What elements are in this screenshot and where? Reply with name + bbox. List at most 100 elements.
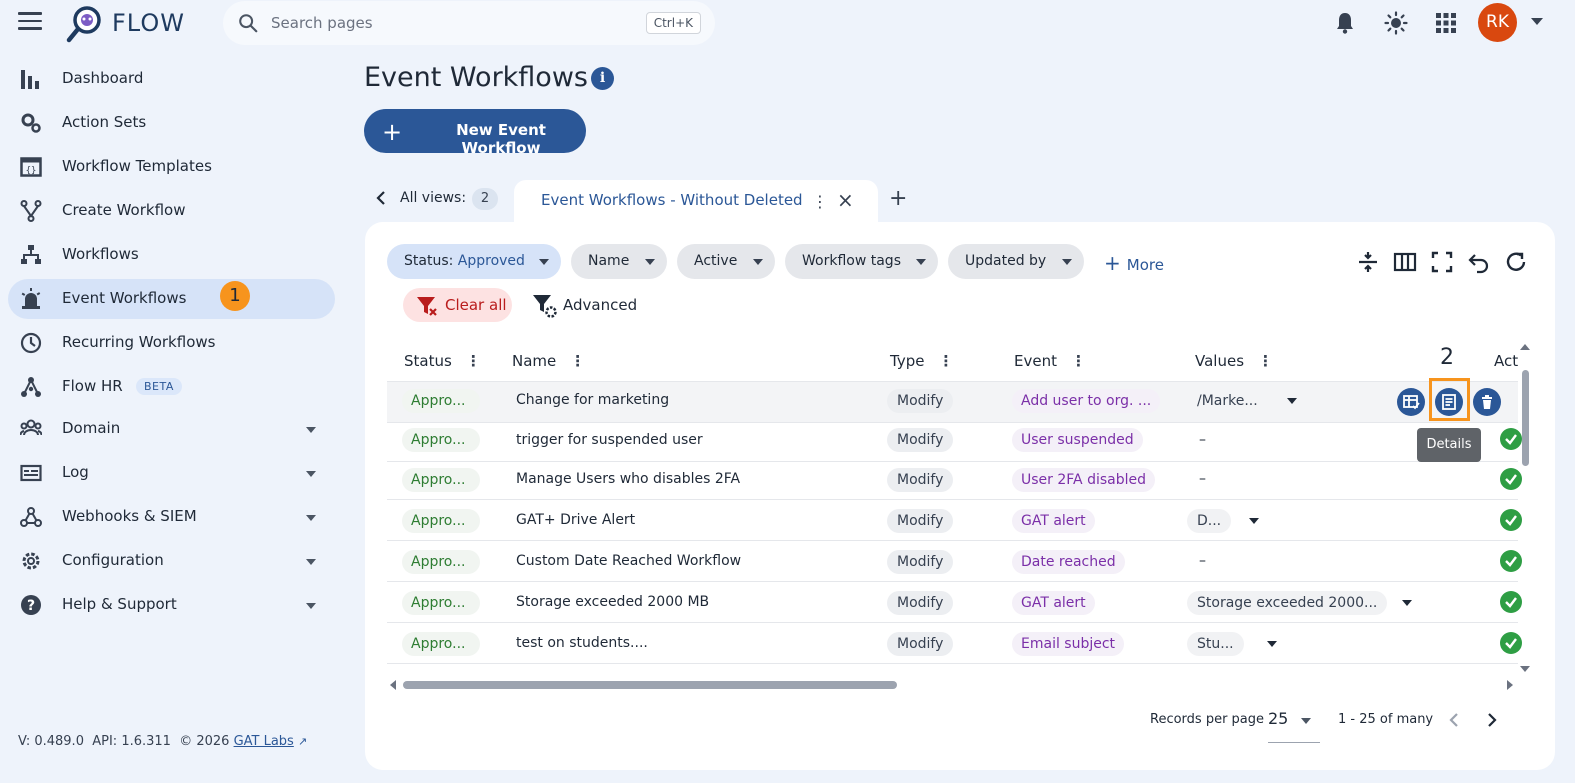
sidebar-item-workflow-templates[interactable]: {} Workflow Templates	[8, 147, 335, 187]
sidebar-item-flow-hr[interactable]: Flow HR BETA	[8, 367, 335, 407]
brightness-icon[interactable]	[1384, 11, 1408, 35]
clear-all-button[interactable]: Clear all	[403, 288, 512, 322]
workflow-name[interactable]: Change for marketing	[516, 392, 669, 408]
gat-labs-link[interactable]: GAT Labs	[234, 734, 294, 749]
chevron-down-icon[interactable]	[1267, 641, 1277, 647]
scroll-down-icon[interactable]	[1520, 666, 1530, 672]
chevron-down-icon[interactable]	[306, 515, 316, 521]
sidebar-item-event-workflows[interactable]: Event Workflows	[8, 279, 335, 319]
account-dropdown-icon[interactable]	[1531, 18, 1543, 25]
sidebar-item-domain[interactable]: Domain	[8, 409, 335, 449]
sidebar-item-workflows[interactable]: Workflows	[8, 235, 335, 275]
status-filter-chip[interactable]: Status: Approved	[387, 244, 561, 279]
apps-grid-icon[interactable]	[1434, 11, 1458, 35]
trash-icon	[1482, 395, 1492, 409]
column-menu-icon[interactable]: ⋮	[466, 352, 481, 370]
previous-page-icon[interactable]	[1446, 711, 1462, 729]
column-header-type[interactable]: Type ⋮	[890, 352, 953, 370]
name-filter-chip[interactable]: Name	[571, 244, 667, 279]
delete-button[interactable]	[1473, 388, 1501, 416]
menu-icon[interactable]	[18, 12, 42, 32]
bell-icon[interactable]	[1333, 11, 1357, 35]
sidebar-item-dashboard[interactable]: Dashboard	[8, 59, 335, 99]
next-page-icon[interactable]	[1484, 711, 1500, 729]
density-icon[interactable]	[1356, 250, 1380, 274]
column-header-event[interactable]: Event ⋮	[1014, 352, 1086, 370]
more-filters-button[interactable]: + More	[1104, 251, 1164, 275]
add-view-icon[interactable]: +	[889, 186, 907, 211]
external-link-icon[interactable]: ↗	[298, 735, 307, 748]
chevron-down-icon[interactable]	[306, 559, 316, 565]
value-empty: –	[1199, 471, 1206, 487]
branch-icon	[20, 200, 42, 222]
column-menu-icon[interactable]: ⋮	[1071, 352, 1086, 370]
sidebar-item-configuration[interactable]: Configuration	[8, 541, 335, 581]
columns-icon[interactable]	[1393, 250, 1417, 274]
table-row[interactable]: Appro... test on students.... Modify Ema…	[387, 623, 1522, 664]
new-event-workflow-button[interactable]: + New Event Workflow	[364, 109, 586, 157]
workflow-name[interactable]: test on students....	[516, 635, 648, 651]
table-row[interactable]: Appro... Custom Date Reached Workflow Mo…	[387, 541, 1522, 582]
help-icon: ?	[21, 595, 41, 615]
horizontal-scroll-thumb[interactable]	[403, 681, 897, 689]
column-header-values[interactable]: Values ⋮	[1195, 352, 1273, 370]
sidebar-item-action-sets[interactable]: Action Sets	[8, 103, 335, 143]
table-row[interactable]: Appro... Change for marketing Modify Add…	[387, 382, 1518, 423]
chevron-down-icon[interactable]	[1287, 398, 1297, 404]
gears-icon	[21, 113, 41, 133]
search-bar[interactable]: Ctrl+K	[223, 1, 715, 45]
page-range: 1 - 25 of many	[1338, 712, 1434, 727]
chevron-down-icon[interactable]	[1249, 518, 1259, 524]
column-menu-icon[interactable]: ⋮	[570, 352, 585, 370]
sidebar-item-recurring-workflows[interactable]: Recurring Workflows	[8, 323, 335, 363]
scroll-left-icon[interactable]	[390, 680, 396, 690]
sidebar-item-webhooks-siem[interactable]: Webhooks & SIEM	[8, 497, 335, 537]
all-views-label[interactable]: All views:	[400, 190, 466, 206]
sidebar-item-label: Configuration	[62, 551, 164, 569]
sidebar-item-help-support[interactable]: ? Help & Support	[8, 585, 335, 625]
column-menu-icon[interactable]: ⋮	[1258, 352, 1273, 370]
user-avatar[interactable]: RK	[1478, 3, 1517, 42]
column-header-name[interactable]: Name ⋮	[512, 352, 585, 370]
flow-logo[interactable]	[64, 4, 104, 44]
refresh-icon[interactable]	[1504, 250, 1528, 274]
vertical-scrollbar[interactable]	[1520, 344, 1530, 684]
updated-by-filter-chip[interactable]: Updated by	[948, 244, 1084, 279]
table-row[interactable]: Appro... trigger for suspended user Modi…	[387, 421, 1522, 462]
more-vert-icon[interactable]: ⋮	[812, 192, 828, 211]
workflow-tags-filter-chip[interactable]: Workflow tags	[785, 244, 938, 279]
active-filter-chip[interactable]: Active	[677, 244, 775, 279]
workflow-name[interactable]: GAT+ Drive Alert	[516, 512, 635, 528]
undo-icon[interactable]	[1467, 250, 1491, 274]
value-empty: –	[1199, 553, 1206, 569]
table-check-icon	[1403, 395, 1420, 410]
workflow-name[interactable]: trigger for suspended user	[516, 432, 703, 448]
chevron-down-icon[interactable]	[306, 471, 316, 477]
chevron-down-icon[interactable]	[306, 427, 316, 433]
chevron-down-icon[interactable]	[1402, 600, 1412, 606]
scroll-right-icon[interactable]	[1507, 680, 1513, 690]
info-icon[interactable]: i	[591, 67, 614, 90]
scroll-up-icon[interactable]	[1520, 344, 1530, 350]
table-row[interactable]: Appro... GAT+ Drive Alert Modify GAT ale…	[387, 500, 1522, 541]
workflow-name[interactable]: Custom Date Reached Workflow	[516, 553, 741, 569]
workflow-name[interactable]: Manage Users who disables 2FA	[516, 471, 740, 487]
column-menu-icon[interactable]: ⋮	[938, 352, 953, 370]
view-table-button[interactable]	[1397, 388, 1425, 416]
vertical-scroll-thumb[interactable]	[1522, 370, 1529, 466]
records-per-page-select[interactable]: 25	[1268, 709, 1320, 743]
column-header-status[interactable]: Status ⋮	[404, 352, 481, 370]
chevron-left-icon[interactable]	[374, 189, 388, 207]
sidebar-item-log[interactable]: Log	[8, 453, 335, 493]
sidebar-item-create-workflow[interactable]: Create Workflow	[8, 191, 335, 231]
table-row[interactable]: Appro... Manage Users who disables 2FA M…	[387, 459, 1522, 500]
table-row[interactable]: Appro... Storage exceeded 2000 MB Modify…	[387, 582, 1522, 623]
column-header-actions[interactable]: Act	[1494, 352, 1518, 370]
workflow-name[interactable]: Storage exceeded 2000 MB	[516, 594, 709, 610]
fullscreen-icon[interactable]	[1430, 250, 1454, 274]
close-icon[interactable]: ×	[837, 188, 854, 212]
search-input[interactable]	[271, 9, 651, 37]
tab-event-workflows-without-deleted[interactable]: Event Workflows - Without Deleted ⋮ ×	[514, 180, 878, 224]
horizontal-scrollbar[interactable]	[387, 678, 1518, 692]
chevron-down-icon[interactable]	[306, 603, 316, 609]
